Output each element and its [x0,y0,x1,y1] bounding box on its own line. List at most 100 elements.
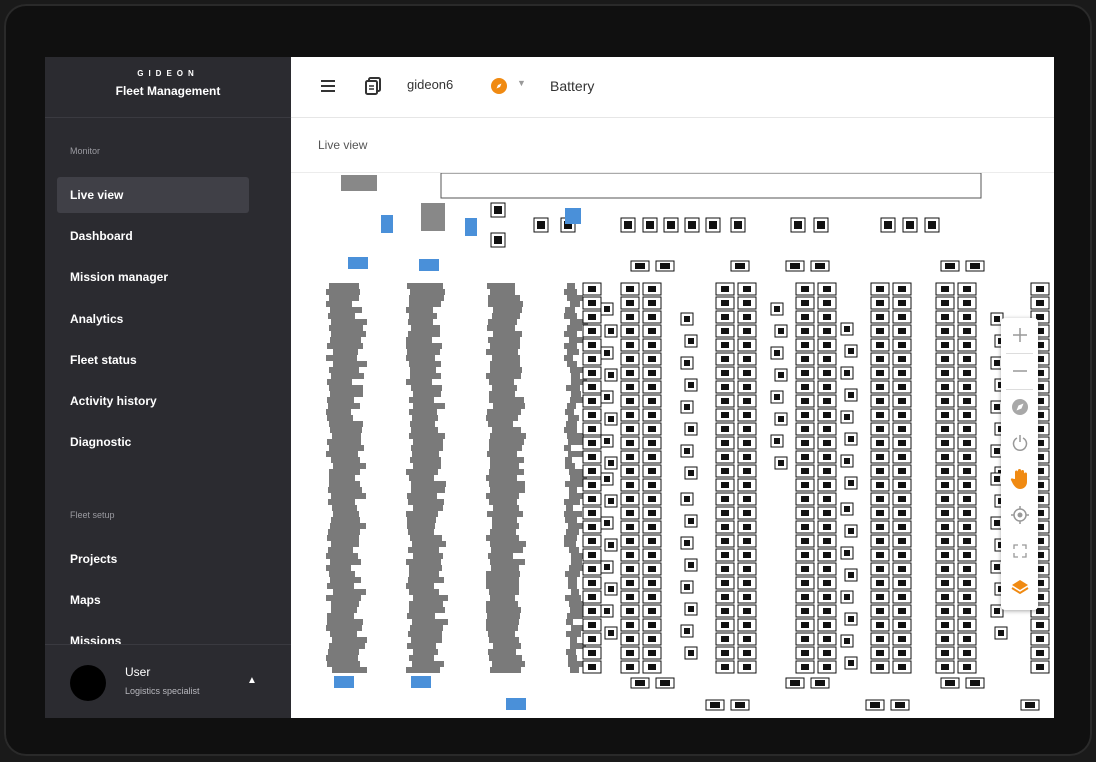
scanned-area [567,283,575,289]
scanned-area [570,301,580,307]
sidebar-item-activity-history[interactable]: Activity history [57,383,249,419]
rack-cell-fill [963,286,971,292]
rack-cell-fill [801,286,809,292]
rack-cell-fill [801,356,809,362]
scanned-area [409,409,437,415]
sidebar-item-projects[interactable]: Projects [57,541,249,577]
rack-cell-fill [898,482,906,488]
sidebar-item-mission-manager[interactable]: Mission manager [57,259,249,295]
layers-button[interactable] [1001,570,1038,604]
rack-bin-fill [848,480,854,486]
rack-cell-fill [876,412,884,418]
locate-button[interactable] [1001,498,1038,532]
rack-cell-fill [963,496,971,502]
rack-cell-fill [801,426,809,432]
rack-cell-fill [876,398,884,404]
sidebar-item-analytics[interactable]: Analytics [57,301,249,337]
rack-cell-fill [626,622,634,628]
rack-cell-fill [823,440,831,446]
rack-cell-fill [876,552,884,558]
rack-cell-fill [898,580,906,586]
scanned-area [413,595,448,601]
scanned-area [330,631,357,637]
robot-name[interactable]: gideon6 [407,77,453,92]
scanned-area [570,667,579,673]
rack-cell-fill [588,622,596,628]
rack-cell-fill [626,664,634,670]
pan-button[interactable] [1001,462,1038,496]
scanned-area [489,439,524,445]
sidebar-item-maps[interactable]: Maps [57,582,249,618]
scanned-area [489,397,524,403]
rack-cell-fill [721,454,729,460]
scanned-area [412,541,446,547]
top-rack-fill [884,221,892,229]
rack-cell-fill [823,370,831,376]
rack-cell-fill [648,412,656,418]
rack-cell-fill [963,468,971,474]
rack-bin-fill [998,630,1004,636]
rack-bin-fill [688,650,694,656]
rack-cell-fill [801,552,809,558]
scanned-area [413,463,441,469]
scanned-area [487,283,515,289]
menu-icon[interactable] [321,80,335,92]
scanned-area [491,547,523,553]
robot-status-indicator[interactable] [491,78,507,94]
scanned-area [412,415,438,421]
rack-cell-fill [963,356,971,362]
chevron-down-icon[interactable]: ▼ [517,78,526,88]
sidebar-item-live-view[interactable]: Live view [57,177,249,213]
rack-cell-fill [648,524,656,530]
live-map[interactable] [291,173,1054,718]
rack-cell-fill [823,538,831,544]
user-menu[interactable]: User Logistics specialist ▲ [45,644,291,718]
scanned-area [486,601,518,607]
rack-bin-fill [608,498,614,504]
scanned-area [487,613,520,619]
rack-cell-fill [963,482,971,488]
rack-cell-fill [648,538,656,544]
rack-cell-fill [648,454,656,460]
scanned-area [564,445,571,451]
rack-bin-fill [684,404,690,410]
fit-screen-button[interactable] [1001,534,1038,568]
scanned-area [566,385,580,391]
map-marker [565,208,581,224]
rack-cell-fill [876,440,884,446]
rack-cell-fill [941,328,949,334]
zoom-out-button[interactable] [1001,354,1038,388]
rack-bin-fill [994,608,1000,614]
battery-metric-label[interactable]: Battery [550,78,594,94]
rack-cell-fill [743,636,751,642]
rack-cell-fill [898,328,906,334]
scanned-area [486,415,518,421]
compass-button[interactable] [1001,390,1038,424]
rotate-button[interactable] [1001,426,1038,460]
top-rack-fill [734,221,742,229]
scanned-area [328,499,355,505]
scanned-area [408,577,444,583]
rack-cell-fill [743,538,751,544]
sidebar-item-fleet-status[interactable]: Fleet status [57,342,249,378]
sidebar-item-dashboard[interactable]: Dashboard [57,218,249,254]
rack-cell-fill [721,342,729,348]
rack-cell-fill [963,314,971,320]
chevron-up-icon[interactable]: ▲ [247,675,257,686]
rack-cell-fill [648,398,656,404]
rack-bin-fill [604,608,610,614]
zoom-in-button[interactable] [1001,318,1038,352]
scanned-area [492,355,520,361]
warehouse-map[interactable] [291,173,1054,718]
rack-cell-fill [898,636,906,642]
sidebar-item-diagnostic[interactable]: Diagnostic [57,424,249,460]
scanned-area [410,373,441,379]
scanned-area [421,203,445,231]
rack-cell-fill [801,608,809,614]
scanned-area [567,295,583,301]
robot-list-icon[interactable] [365,77,381,95]
rack-cell-fill [743,580,751,586]
scanned-area [564,331,577,337]
scanned-area [486,373,521,379]
rack-cell-fill [823,342,831,348]
